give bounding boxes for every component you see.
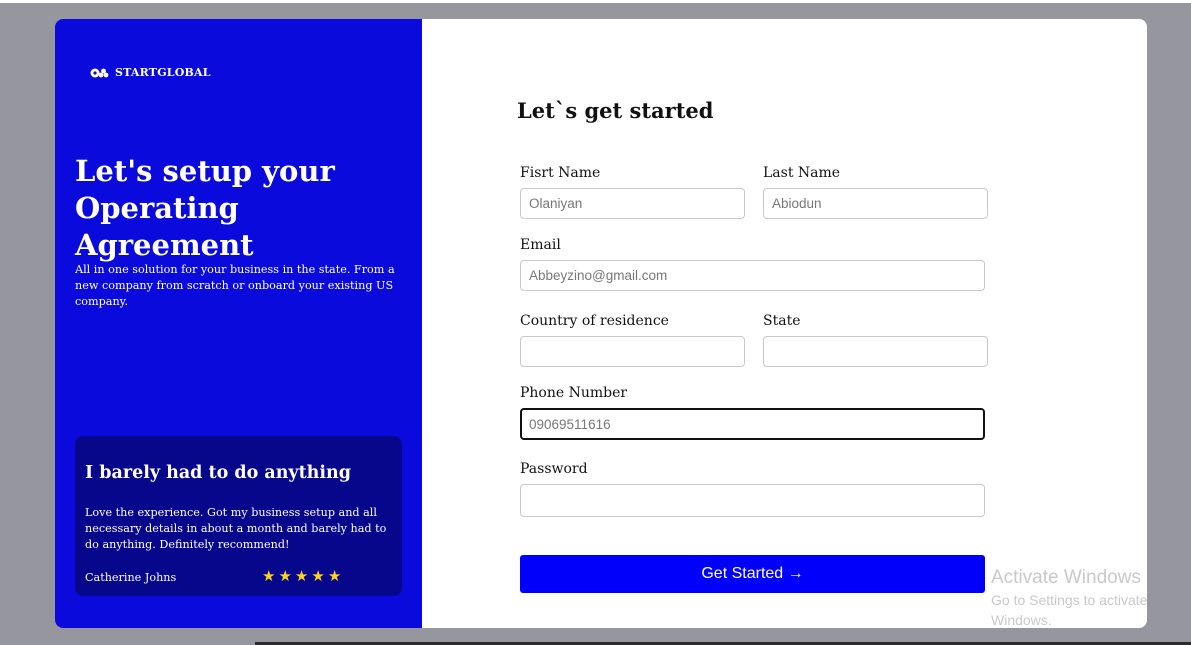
phone-input[interactable] — [520, 408, 985, 440]
star-icon: ★ — [327, 567, 342, 585]
phone-label: Phone Number — [520, 385, 628, 401]
activate-windows-watermark: Activate Windows Go to Settings to activ… — [991, 566, 1191, 630]
last-name-input[interactable] — [763, 188, 988, 219]
top-border — [0, 0, 1191, 3]
state-label: State — [763, 313, 801, 329]
email-input[interactable] — [520, 260, 985, 291]
first-name-input[interactable] — [520, 188, 745, 219]
signup-card: STARTGLOBAL Let's setup your Operating A… — [55, 19, 1147, 628]
first-name-label: Fisrt Name — [520, 165, 601, 181]
hero-title: Let's setup your Operating Agreement — [75, 154, 335, 262]
promo-panel: STARTGLOBAL Let's setup your Operating A… — [55, 19, 422, 628]
brand-name: STARTGLOBAL — [115, 66, 211, 79]
brand-logo[interactable]: STARTGLOBAL — [90, 66, 211, 79]
star-rating: ★ ★ ★ ★ ★ — [262, 568, 341, 584]
country-input[interactable] — [520, 336, 745, 367]
testimonial-card: I barely had to do anything Love the exp… — [75, 436, 402, 596]
hero-subtitle: All in one solution for your business in… — [75, 263, 395, 308]
country-label: Country of residence — [520, 313, 669, 329]
email-label: Email — [520, 237, 561, 253]
password-label: Password — [520, 461, 588, 477]
testimonial-title: I barely had to do anything — [85, 463, 352, 483]
password-input[interactable] — [520, 484, 985, 517]
logo-mark-icon — [90, 68, 112, 78]
star-icon: ★ — [311, 567, 325, 585]
star-icon: ★ — [262, 567, 276, 585]
testimonial-author: Catherine Johns — [85, 571, 177, 584]
testimonial-body: Love the experience. Got my business set… — [85, 506, 387, 551]
state-input[interactable] — [763, 336, 988, 367]
get-started-button[interactable]: Get Started → — [520, 555, 985, 593]
star-icon: ★ — [278, 567, 292, 585]
form-title: Let`s get started — [517, 98, 714, 123]
last-name-label: Last Name — [763, 165, 841, 181]
star-icon: ★ — [294, 567, 309, 585]
watermark-subtitle: Go to Settings to activate Windows. — [991, 592, 1148, 628]
watermark-title: Activate Windows — [991, 567, 1141, 588]
